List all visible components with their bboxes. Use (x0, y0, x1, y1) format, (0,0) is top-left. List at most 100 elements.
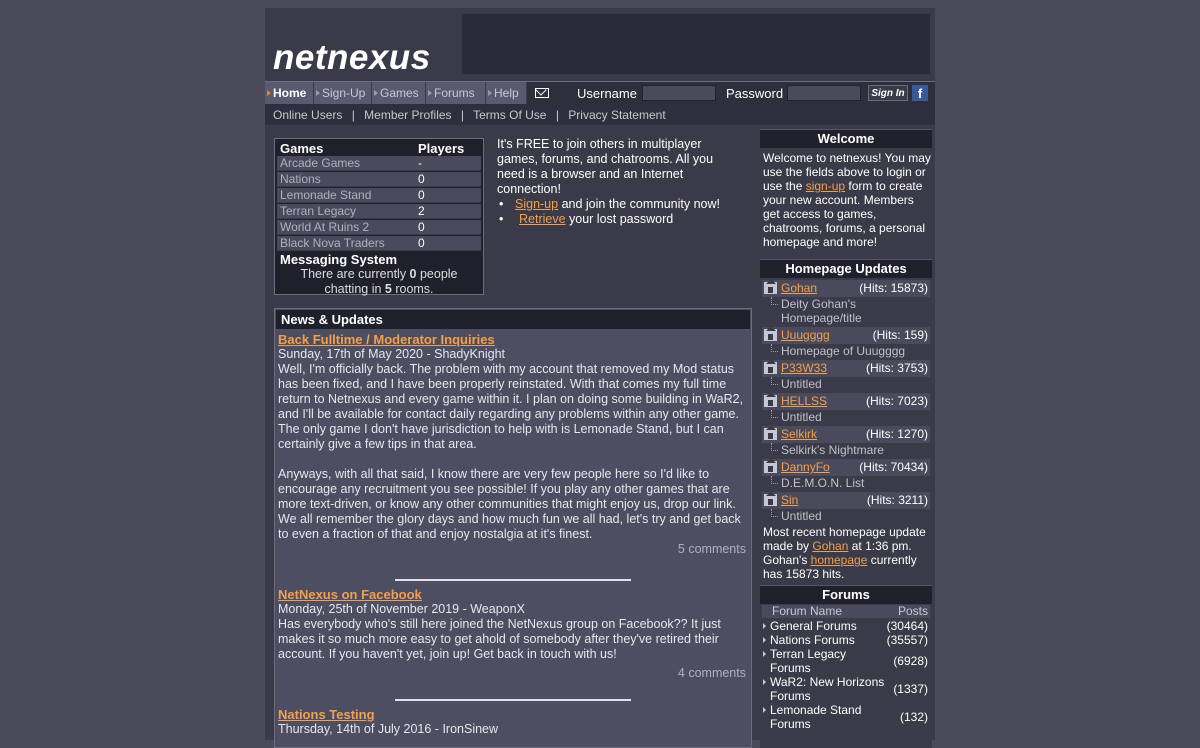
recent-homepage-link[interactable]: homepage (811, 553, 868, 567)
arrow-icon (316, 90, 320, 96)
forum-name-column-header: Forum Name (772, 604, 843, 618)
intro-bullet-text: and join the community now! (558, 197, 720, 211)
game-name: World At Ruins 2 (280, 220, 370, 234)
article-comments-link[interactable]: 4 comments (278, 666, 746, 681)
subnav-terms-of-use[interactable]: Terms Of Use (473, 108, 546, 122)
game-players: 0 (418, 172, 425, 186)
subnav-member-profiles[interactable]: Member Profiles (364, 108, 451, 122)
nav-tab-label: Sign-Up (322, 86, 366, 100)
homepage-hits: (Hits: 70434) (859, 460, 928, 474)
subnav-separator: | (460, 108, 464, 122)
game-row[interactable]: Arcade Games - (277, 156, 481, 171)
welcome-heading: Welcome (760, 129, 932, 148)
forum-posts: (1337) (893, 682, 928, 696)
nav-tab-label: Help (494, 86, 519, 100)
subnav-online-users[interactable]: Online Users (273, 108, 342, 122)
recent-user-link[interactable]: Gohan (812, 539, 848, 553)
messaging-text: There are currently (300, 267, 410, 281)
people-count: 0 (409, 267, 417, 281)
game-row[interactable]: World At Ruins 2 0 (277, 220, 481, 235)
games-panel: Games Players Arcade Games - Nations 0 Lem… (274, 138, 484, 296)
sign-in-button[interactable]: Sign In (868, 85, 908, 101)
nav-tab-label: Forums (434, 86, 475, 100)
username-input[interactable] (642, 85, 716, 101)
game-row[interactable]: Nations 0 (277, 172, 481, 187)
envelope-icon (535, 88, 549, 98)
game-players: 2 (418, 204, 425, 218)
homepage-hits: (Hits: 3211) (866, 493, 928, 507)
subnav-privacy-statement[interactable]: Privacy Statement (568, 108, 665, 122)
home-icon (764, 279, 777, 294)
forum-row[interactable]: Lemonade Stand Forums (132) (762, 703, 930, 731)
forum-posts: (35557) (886, 633, 928, 647)
username-label: Username (577, 86, 637, 101)
homepage-user-link[interactable]: P33W33 (781, 360, 827, 377)
password-input[interactable] (787, 85, 861, 101)
article-meta: Thursday, 14th of July 2016 - IronSinew (278, 722, 499, 736)
homepage-title: Deity Gohan's Homepage/title (762, 297, 930, 325)
subnav-separator: | (351, 108, 355, 122)
signup-link[interactable]: Sign-up (515, 197, 558, 211)
site-logo[interactable]: netnexus (273, 38, 431, 78)
arrow-icon (763, 707, 766, 713)
nav-tab-help[interactable]: Help (486, 82, 527, 104)
homepage-user-link[interactable]: HELLSS (781, 393, 827, 410)
forums-heading: Forums (760, 585, 932, 604)
homepage-title: Untitled (762, 410, 930, 424)
forum-name: Nations Forums (770, 633, 855, 647)
forum-name: Terran Legacy Forums (770, 647, 847, 675)
forum-posts: (132) (899, 710, 928, 724)
game-row[interactable]: Black Nova Traders 0 (277, 236, 481, 251)
intro-text: It's FREE to join others in multiplayer … (497, 137, 714, 196)
homepage-title: Selkirk's Nightmare (762, 443, 930, 457)
subnav-separator: | (555, 108, 559, 122)
forum-row[interactable]: WaR2: New Horizons Forums (1337) (762, 675, 930, 703)
homepage-hits: (Hits: 7023) (865, 394, 928, 408)
welcome-signup-link[interactable]: sign-up (806, 179, 845, 193)
nav-tab-signup[interactable]: Sign-Up (314, 82, 372, 104)
homepage-user-link[interactable]: Sin (781, 492, 798, 509)
intro-bullet-text: your lost password (565, 212, 674, 226)
recent-update-text: Most recent homepage update made by Goha… (763, 525, 931, 581)
nav-tab-forums[interactable]: Forums (426, 82, 486, 104)
article-title-link[interactable]: Nations Testing (278, 707, 375, 722)
homepage-user-link[interactable]: DannyFo (781, 459, 830, 476)
games-panel-header: Games Players (277, 141, 481, 156)
mail-button[interactable] (527, 82, 557, 104)
intro-bullet: Retrieve your lost password (497, 212, 732, 227)
article-title-link[interactable]: Back Fulltime / Moderator Inquiries (278, 332, 495, 347)
rooms-count: 5 (384, 282, 392, 296)
game-row[interactable]: Terran Legacy 2 (277, 204, 481, 219)
main-navbar: Home Sign-Up Games Forums Help Username … (265, 81, 935, 105)
game-players: 0 (418, 236, 425, 250)
home-icon (764, 458, 777, 473)
page-container: netnexus Home Sign-Up Games Forums Help … (265, 8, 935, 748)
article-comments-link[interactable]: 5 comments (278, 542, 746, 557)
forum-row[interactable]: Terran Legacy Forums (6928) (762, 647, 930, 675)
article-body: Well, I'm officially back. The problem w… (278, 362, 744, 451)
article-body: Anyways, with all that said, I know ther… (278, 467, 741, 541)
article-meta: Sunday, 17th of May 2020 - ShadyKnight (278, 347, 506, 361)
article-title-link[interactable]: NetNexus on Facebook (278, 587, 422, 602)
arrow-icon (763, 651, 766, 657)
sub-navbar: Online Users | Member Profiles | Terms O… (265, 105, 935, 125)
game-row[interactable]: Lemonade Stand 0 (277, 188, 481, 203)
arrow-icon (763, 637, 766, 643)
homepage-user-link[interactable]: Selkirk (781, 426, 817, 443)
homepage-user-link[interactable]: Uuugggg (781, 327, 830, 344)
news-panel: News & Updates Back Fulltime / Moderator… (274, 308, 752, 748)
homepage-title: Untitled (762, 377, 930, 391)
retrieve-password-link[interactable]: Retrieve (519, 212, 566, 226)
facebook-icon[interactable]: f (912, 85, 928, 101)
forum-row[interactable]: Nations Forums (35557) (762, 633, 930, 647)
forum-row[interactable]: General Forums (30464) (762, 619, 930, 633)
homepage-hits: (Hits: 1270) (865, 427, 928, 441)
nav-tab-games[interactable]: Games (372, 82, 426, 104)
nav-tab-home[interactable]: Home (265, 82, 314, 104)
homepage-title: D.E.M.O.N. List (762, 476, 930, 490)
homepage-hits: (Hits: 15873) (859, 281, 928, 295)
arrow-icon (374, 90, 378, 96)
homepage-user-link[interactable]: Gohan (781, 280, 817, 297)
arrow-icon (488, 90, 492, 96)
forums-table-header: Forum Name Posts (762, 605, 930, 618)
